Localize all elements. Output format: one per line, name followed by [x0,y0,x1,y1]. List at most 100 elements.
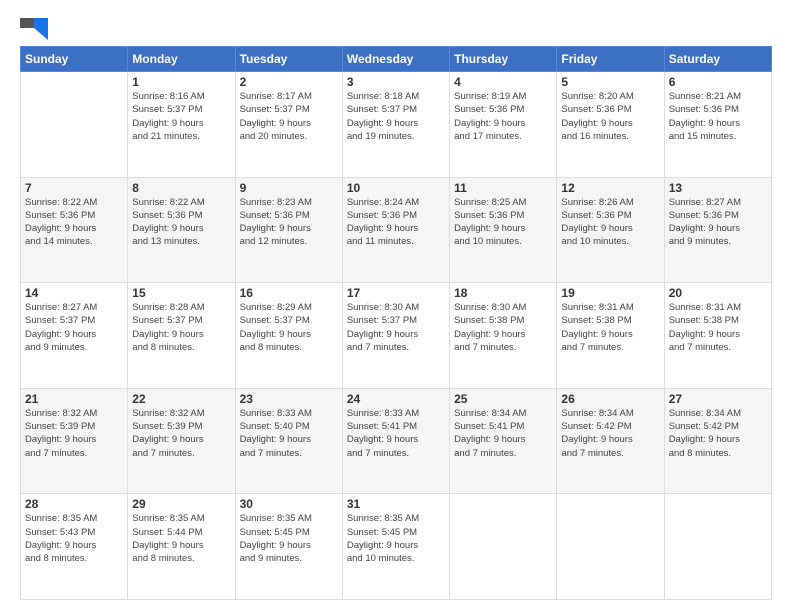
day-number: 17 [347,286,445,300]
day-number: 26 [561,392,659,406]
day-number: 31 [347,497,445,511]
day-info: Sunrise: 8:28 AMSunset: 5:37 PMDaylight:… [132,301,230,354]
weekday-header: Saturday [664,47,771,72]
calendar-cell: 13Sunrise: 8:27 AMSunset: 5:36 PMDayligh… [664,177,771,283]
calendar-cell: 23Sunrise: 8:33 AMSunset: 5:40 PMDayligh… [235,388,342,494]
day-number: 15 [132,286,230,300]
day-info: Sunrise: 8:34 AMSunset: 5:41 PMDaylight:… [454,407,552,460]
day-info: Sunrise: 8:35 AMSunset: 5:45 PMDaylight:… [240,512,338,565]
day-info: Sunrise: 8:31 AMSunset: 5:38 PMDaylight:… [561,301,659,354]
calendar-cell [450,494,557,600]
calendar-cell: 11Sunrise: 8:25 AMSunset: 5:36 PMDayligh… [450,177,557,283]
weekday-header: Tuesday [235,47,342,72]
day-info: Sunrise: 8:32 AMSunset: 5:39 PMDaylight:… [132,407,230,460]
weekday-header: Monday [128,47,235,72]
day-info: Sunrise: 8:22 AMSunset: 5:36 PMDaylight:… [25,196,123,249]
day-info: Sunrise: 8:23 AMSunset: 5:36 PMDaylight:… [240,196,338,249]
day-number: 2 [240,75,338,89]
day-number: 12 [561,181,659,195]
day-info: Sunrise: 8:25 AMSunset: 5:36 PMDaylight:… [454,196,552,249]
calendar-cell: 27Sunrise: 8:34 AMSunset: 5:42 PMDayligh… [664,388,771,494]
calendar-cell: 2Sunrise: 8:17 AMSunset: 5:37 PMDaylight… [235,72,342,178]
day-number: 10 [347,181,445,195]
calendar-cell: 15Sunrise: 8:28 AMSunset: 5:37 PMDayligh… [128,283,235,389]
calendar-cell: 12Sunrise: 8:26 AMSunset: 5:36 PMDayligh… [557,177,664,283]
calendar-cell [21,72,128,178]
day-info: Sunrise: 8:30 AMSunset: 5:38 PMDaylight:… [454,301,552,354]
day-number: 29 [132,497,230,511]
calendar-cell: 21Sunrise: 8:32 AMSunset: 5:39 PMDayligh… [21,388,128,494]
calendar-cell: 30Sunrise: 8:35 AMSunset: 5:45 PMDayligh… [235,494,342,600]
day-number: 5 [561,75,659,89]
day-info: Sunrise: 8:27 AMSunset: 5:37 PMDaylight:… [25,301,123,354]
calendar-cell: 22Sunrise: 8:32 AMSunset: 5:39 PMDayligh… [128,388,235,494]
day-number: 6 [669,75,767,89]
calendar-cell: 1Sunrise: 8:16 AMSunset: 5:37 PMDaylight… [128,72,235,178]
day-info: Sunrise: 8:35 AMSunset: 5:43 PMDaylight:… [25,512,123,565]
day-number: 30 [240,497,338,511]
day-number: 27 [669,392,767,406]
day-number: 9 [240,181,338,195]
day-number: 25 [454,392,552,406]
day-number: 19 [561,286,659,300]
day-number: 23 [240,392,338,406]
day-info: Sunrise: 8:31 AMSunset: 5:38 PMDaylight:… [669,301,767,354]
day-info: Sunrise: 8:33 AMSunset: 5:41 PMDaylight:… [347,407,445,460]
header [20,18,772,40]
day-info: Sunrise: 8:34 AMSunset: 5:42 PMDaylight:… [561,407,659,460]
calendar-cell: 10Sunrise: 8:24 AMSunset: 5:36 PMDayligh… [342,177,449,283]
calendar-cell: 14Sunrise: 8:27 AMSunset: 5:37 PMDayligh… [21,283,128,389]
day-info: Sunrise: 8:16 AMSunset: 5:37 PMDaylight:… [132,90,230,143]
calendar-cell: 9Sunrise: 8:23 AMSunset: 5:36 PMDaylight… [235,177,342,283]
weekday-header: Thursday [450,47,557,72]
day-number: 13 [669,181,767,195]
day-info: Sunrise: 8:35 AMSunset: 5:45 PMDaylight:… [347,512,445,565]
day-info: Sunrise: 8:18 AMSunset: 5:37 PMDaylight:… [347,90,445,143]
day-info: Sunrise: 8:27 AMSunset: 5:36 PMDaylight:… [669,196,767,249]
calendar-cell [557,494,664,600]
calendar-cell: 8Sunrise: 8:22 AMSunset: 5:36 PMDaylight… [128,177,235,283]
day-number: 18 [454,286,552,300]
page: SundayMondayTuesdayWednesdayThursdayFrid… [0,0,792,612]
day-number: 3 [347,75,445,89]
calendar-cell: 25Sunrise: 8:34 AMSunset: 5:41 PMDayligh… [450,388,557,494]
day-number: 24 [347,392,445,406]
calendar-table: SundayMondayTuesdayWednesdayThursdayFrid… [20,46,772,600]
day-info: Sunrise: 8:26 AMSunset: 5:36 PMDaylight:… [561,196,659,249]
day-number: 28 [25,497,123,511]
day-number: 16 [240,286,338,300]
calendar-cell: 20Sunrise: 8:31 AMSunset: 5:38 PMDayligh… [664,283,771,389]
day-info: Sunrise: 8:22 AMSunset: 5:36 PMDaylight:… [132,196,230,249]
day-info: Sunrise: 8:20 AMSunset: 5:36 PMDaylight:… [561,90,659,143]
day-info: Sunrise: 8:32 AMSunset: 5:39 PMDaylight:… [25,407,123,460]
day-info: Sunrise: 8:21 AMSunset: 5:36 PMDaylight:… [669,90,767,143]
day-info: Sunrise: 8:17 AMSunset: 5:37 PMDaylight:… [240,90,338,143]
logo-icon [20,18,48,40]
calendar-cell: 4Sunrise: 8:19 AMSunset: 5:36 PMDaylight… [450,72,557,178]
day-number: 20 [669,286,767,300]
calendar-cell: 24Sunrise: 8:33 AMSunset: 5:41 PMDayligh… [342,388,449,494]
day-info: Sunrise: 8:19 AMSunset: 5:36 PMDaylight:… [454,90,552,143]
calendar-cell: 18Sunrise: 8:30 AMSunset: 5:38 PMDayligh… [450,283,557,389]
day-number: 1 [132,75,230,89]
day-info: Sunrise: 8:30 AMSunset: 5:37 PMDaylight:… [347,301,445,354]
day-info: Sunrise: 8:33 AMSunset: 5:40 PMDaylight:… [240,407,338,460]
day-number: 21 [25,392,123,406]
calendar-cell: 19Sunrise: 8:31 AMSunset: 5:38 PMDayligh… [557,283,664,389]
calendar-cell: 16Sunrise: 8:29 AMSunset: 5:37 PMDayligh… [235,283,342,389]
calendar-cell: 7Sunrise: 8:22 AMSunset: 5:36 PMDaylight… [21,177,128,283]
day-info: Sunrise: 8:34 AMSunset: 5:42 PMDaylight:… [669,407,767,460]
calendar-cell: 31Sunrise: 8:35 AMSunset: 5:45 PMDayligh… [342,494,449,600]
day-number: 22 [132,392,230,406]
day-number: 8 [132,181,230,195]
weekday-header: Wednesday [342,47,449,72]
calendar-cell: 29Sunrise: 8:35 AMSunset: 5:44 PMDayligh… [128,494,235,600]
day-number: 14 [25,286,123,300]
weekday-header: Sunday [21,47,128,72]
day-info: Sunrise: 8:24 AMSunset: 5:36 PMDaylight:… [347,196,445,249]
day-info: Sunrise: 8:29 AMSunset: 5:37 PMDaylight:… [240,301,338,354]
calendar-cell: 28Sunrise: 8:35 AMSunset: 5:43 PMDayligh… [21,494,128,600]
day-number: 7 [25,181,123,195]
calendar-cell: 3Sunrise: 8:18 AMSunset: 5:37 PMDaylight… [342,72,449,178]
calendar-cell: 17Sunrise: 8:30 AMSunset: 5:37 PMDayligh… [342,283,449,389]
